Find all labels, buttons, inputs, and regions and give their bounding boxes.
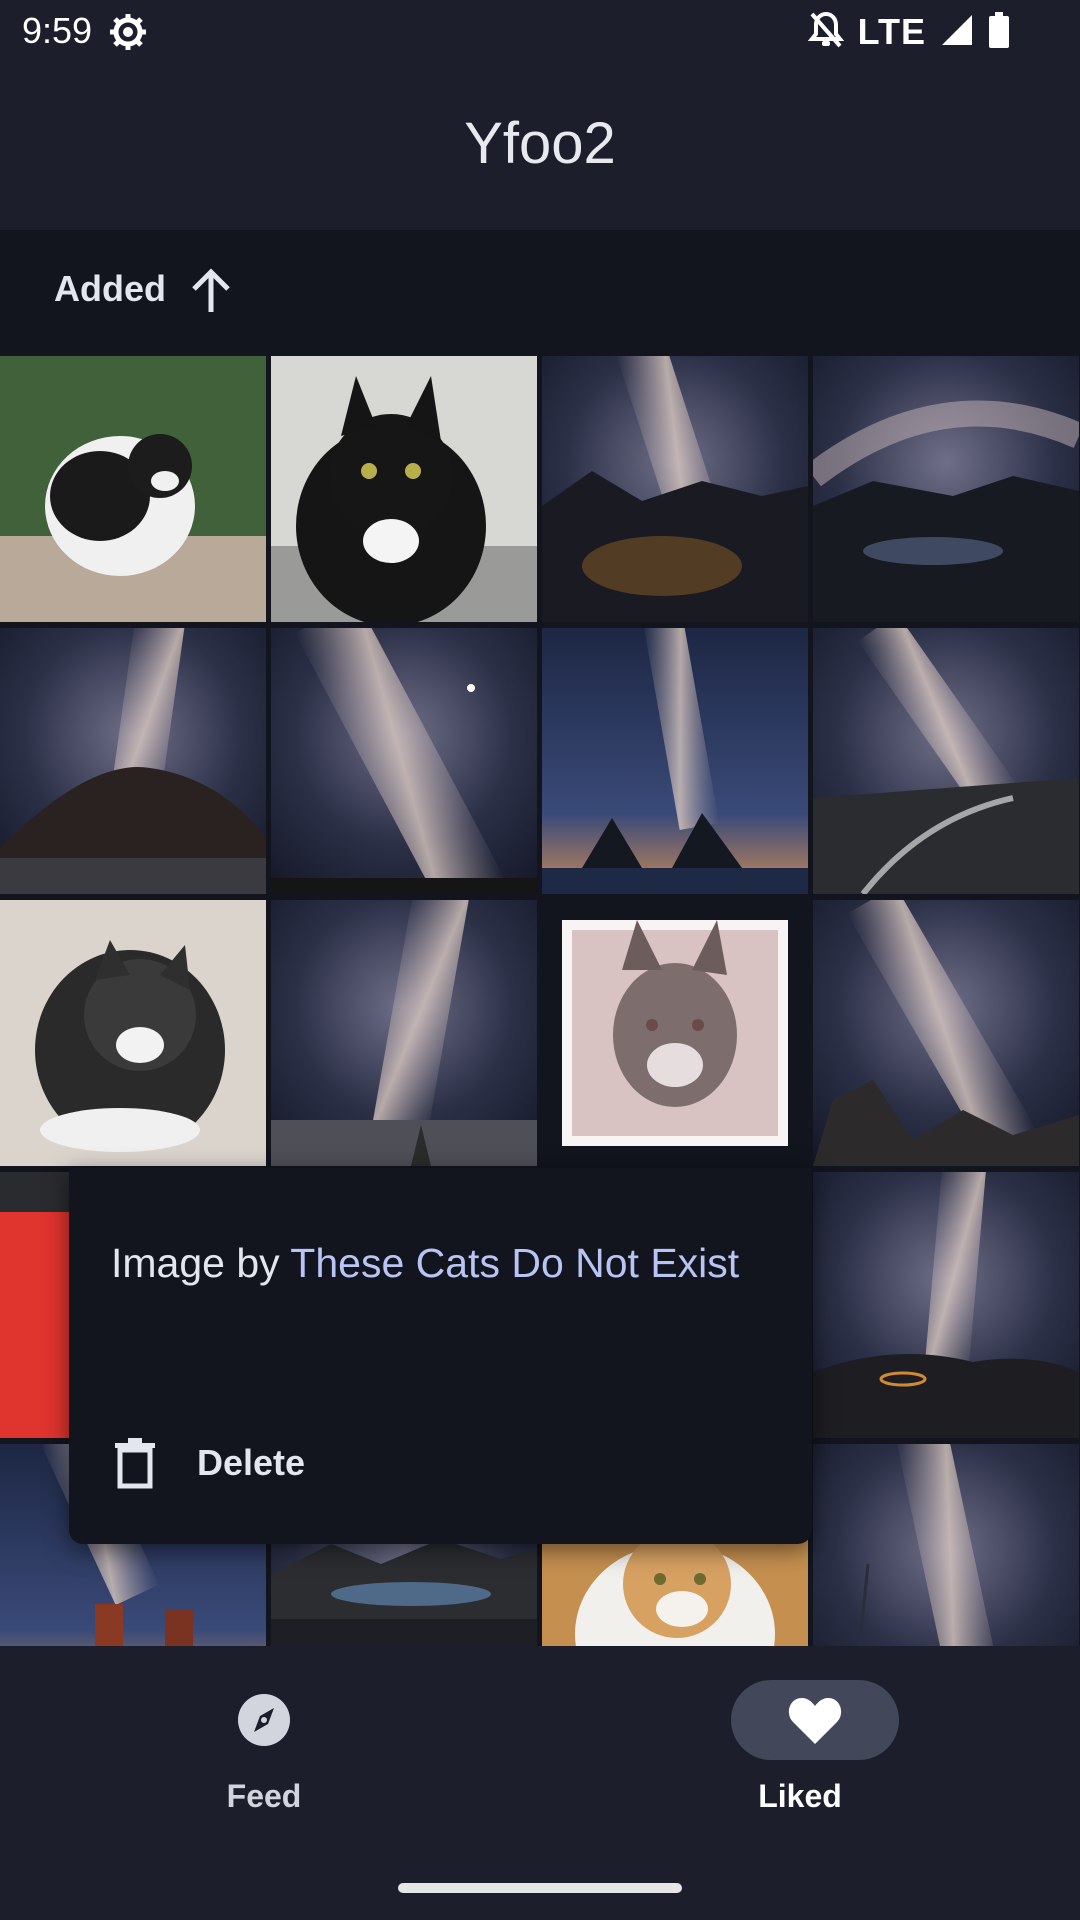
network-type: LTE bbox=[857, 11, 926, 52]
app-bar: Yfoo2 bbox=[0, 64, 1080, 230]
signal-icon bbox=[940, 13, 974, 52]
status-bar: 9:59 LTE bbox=[0, 0, 1080, 64]
sort-bar[interactable]: Added bbox=[0, 230, 1080, 356]
bottom-navigation: Feed Liked bbox=[0, 1646, 1080, 1920]
grid-image-cat[interactable] bbox=[0, 900, 266, 1166]
mute-bell-icon bbox=[807, 10, 844, 55]
sort-label[interactable]: Added bbox=[54, 268, 166, 310]
grid-image-cat[interactable] bbox=[271, 356, 537, 622]
grid-image-cat[interactable] bbox=[542, 900, 808, 1166]
credit-prefix: Image by bbox=[111, 1240, 291, 1286]
compass-icon bbox=[204, 1680, 324, 1760]
grid-image-milky-way[interactable] bbox=[542, 628, 808, 894]
home-gesture-bar[interactable] bbox=[398, 1883, 682, 1893]
grid-image-milky-way[interactable] bbox=[0, 628, 266, 894]
delete-label: Delete bbox=[197, 1442, 306, 1483]
trash-icon bbox=[113, 1436, 157, 1495]
status-time: 9:59 bbox=[22, 10, 93, 51]
settings-icon bbox=[108, 12, 148, 52]
image-context-menu: Image by These Cats Do Not Exist Delete bbox=[69, 1168, 812, 1544]
grid-image-milky-way[interactable] bbox=[271, 900, 537, 1166]
grid-image-milky-way[interactable] bbox=[813, 356, 1079, 622]
app-title: Yfoo2 bbox=[464, 111, 616, 176]
image-credit: Image by These Cats Do Not Exist bbox=[111, 1240, 739, 1287]
nav-item-feed[interactable]: Feed bbox=[114, 1680, 414, 1820]
grid-image-milky-way[interactable] bbox=[813, 628, 1079, 894]
nav-label-feed: Feed bbox=[226, 1778, 302, 1814]
heart-icon bbox=[731, 1680, 899, 1760]
grid-image-cat[interactable] bbox=[0, 356, 266, 622]
nav-label-liked: Liked bbox=[758, 1778, 842, 1814]
grid-image-milky-way[interactable] bbox=[542, 356, 808, 622]
battery-icon bbox=[988, 11, 1010, 53]
credit-link[interactable]: These Cats Do Not Exist bbox=[290, 1240, 739, 1286]
arrow-up-icon[interactable] bbox=[186, 266, 236, 321]
grid-image-milky-way[interactable] bbox=[813, 1172, 1079, 1438]
grid-image-milky-way[interactable] bbox=[813, 1444, 1079, 1646]
grid-image-milky-way[interactable] bbox=[813, 900, 1079, 1166]
delete-menu-item[interactable]: Delete bbox=[69, 1408, 812, 1518]
nav-item-liked[interactable]: Liked bbox=[650, 1680, 950, 1820]
grid-image-milky-way[interactable] bbox=[271, 628, 537, 894]
